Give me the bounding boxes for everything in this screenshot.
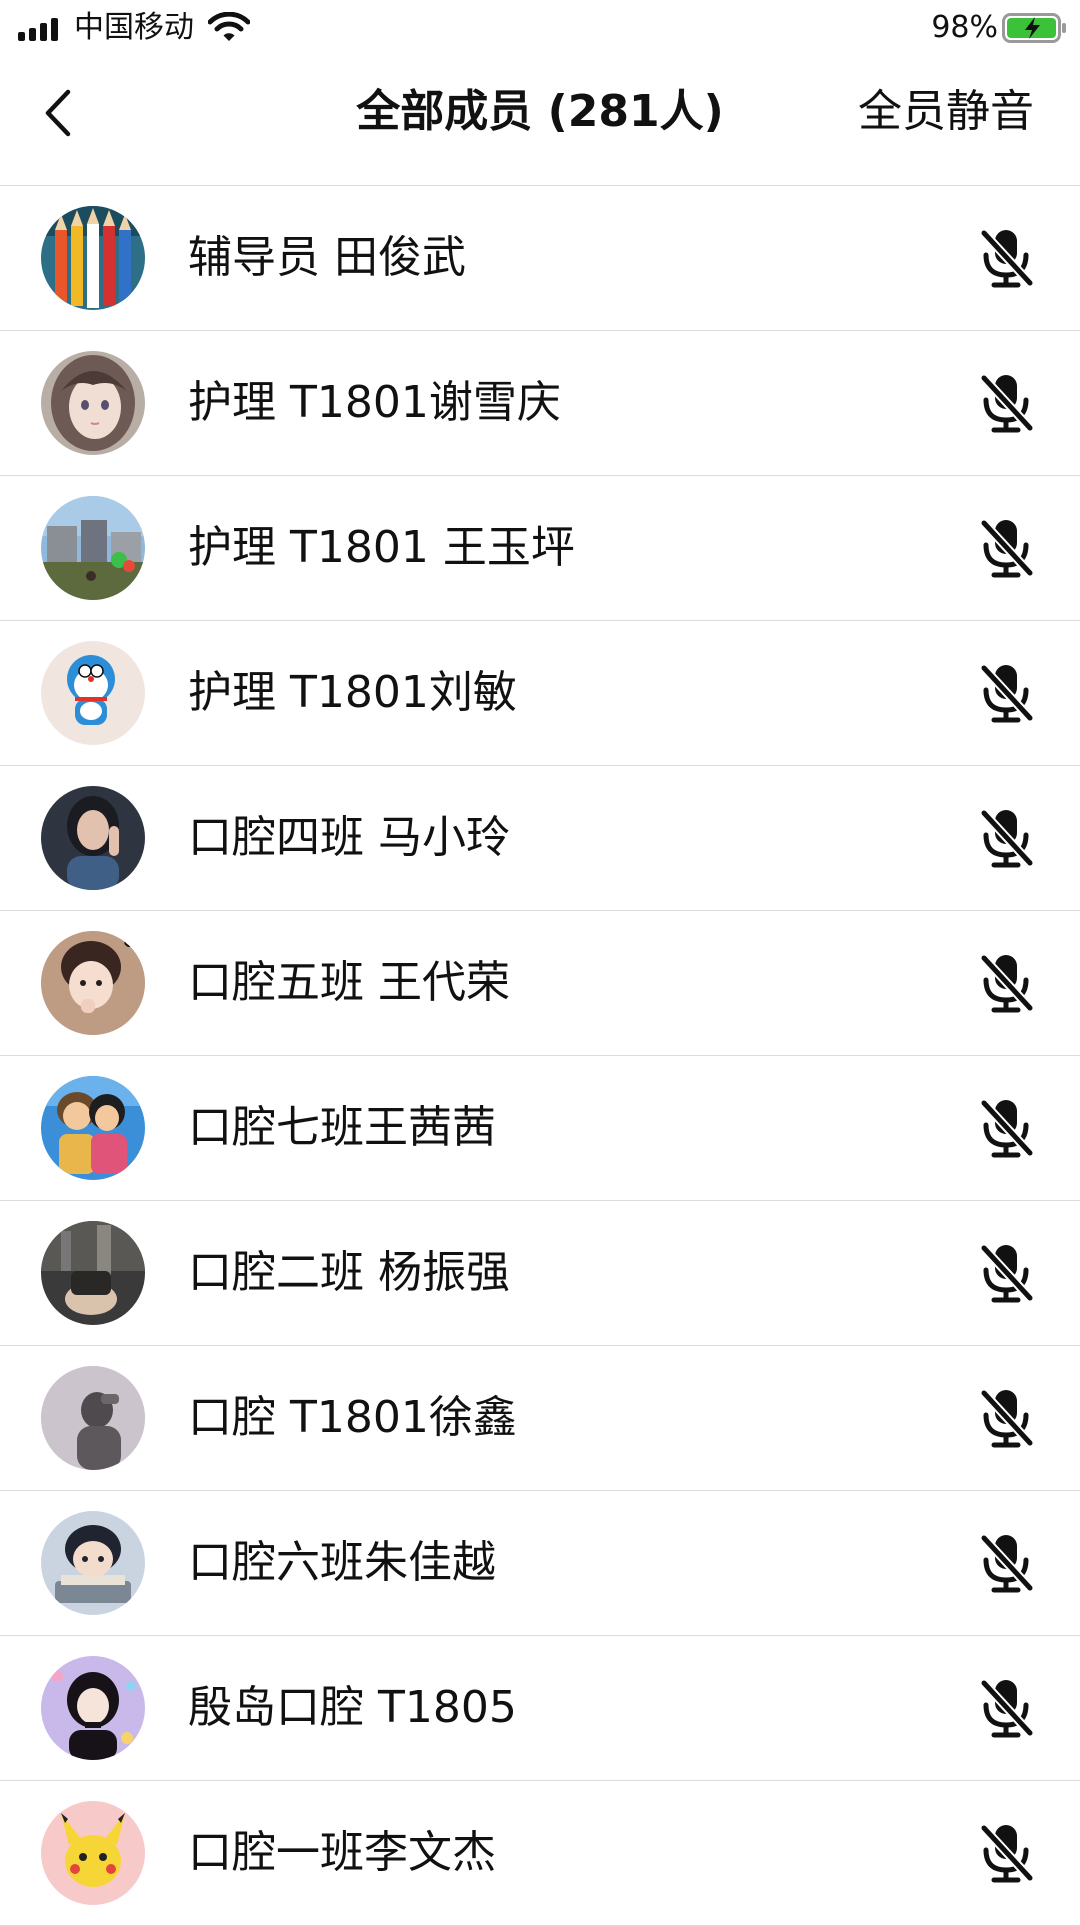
mic-toggle-button[interactable] [972, 366, 1042, 440]
signal-icon [18, 18, 58, 41]
mic-toggle-button[interactable] [972, 946, 1042, 1020]
member-row[interactable]: 护理 T1801刘敏 [0, 621, 1080, 766]
avatar [41, 786, 145, 890]
member-name: 口腔七班王茜茜 [188, 1102, 496, 1153]
mic-toggle-button[interactable] [972, 1526, 1042, 1600]
mic-muted-icon [980, 1389, 1034, 1448]
member-name: 护理 T1801 王玉坪 [188, 522, 575, 573]
mic-muted-icon [980, 809, 1034, 868]
mute-all-button[interactable]: 全员静音 [858, 82, 1034, 142]
avatar [41, 931, 145, 1035]
avatar [41, 1221, 145, 1325]
member-row[interactable]: 口腔六班朱佳越 [0, 1491, 1080, 1636]
member-row[interactable]: 殷岛口腔 T1805 [0, 1636, 1080, 1781]
avatar [41, 1076, 145, 1180]
member-name: 护理 T1801刘敏 [188, 667, 517, 718]
member-name: 口腔四班 马小玲 [188, 812, 510, 863]
mic-muted-icon [980, 519, 1034, 578]
mic-muted-icon [980, 1099, 1034, 1158]
mic-muted-icon [980, 1244, 1034, 1303]
mic-muted-icon [980, 954, 1034, 1013]
mic-toggle-button[interactable] [972, 1671, 1042, 1745]
carrier-label: 中国移动 [74, 10, 194, 45]
member-name: 护理 T1801谢雪庆 [188, 377, 561, 428]
mic-toggle-button[interactable] [972, 1236, 1042, 1310]
member-name: 辅导员 田俊武 [188, 232, 466, 283]
member-name: 口腔一班李文杰 [188, 1827, 496, 1878]
mic-toggle-button[interactable] [972, 221, 1042, 295]
mic-muted-icon [980, 1824, 1034, 1883]
status-bar: 中国移动 98% [0, 0, 1080, 56]
mic-muted-icon [980, 229, 1034, 288]
mic-toggle-button[interactable] [972, 801, 1042, 875]
member-row[interactable]: 口腔四班 马小玲 [0, 766, 1080, 911]
mic-toggle-button[interactable] [972, 1091, 1042, 1165]
avatar [41, 206, 145, 310]
mic-toggle-button[interactable] [972, 656, 1042, 730]
member-row[interactable]: 口腔五班 王代荣 [0, 911, 1080, 1056]
nav-bar: 全部成员 (281人) 全员静音 [0, 56, 1080, 186]
wifi-icon [208, 12, 250, 41]
avatar [41, 1656, 145, 1760]
mic-toggle-button[interactable] [972, 511, 1042, 585]
mic-muted-icon [980, 664, 1034, 723]
member-row[interactable]: 口腔一班李文杰 [0, 1781, 1080, 1926]
avatar [41, 351, 145, 455]
avatar [41, 641, 145, 745]
battery-charging-icon [1002, 13, 1066, 43]
mic-muted-icon [980, 1534, 1034, 1593]
member-name: 殷岛口腔 T1805 [188, 1682, 517, 1733]
member-row[interactable]: 口腔 T1801徐鑫 [0, 1346, 1080, 1491]
member-name: 口腔六班朱佳越 [188, 1537, 496, 1588]
mic-toggle-button[interactable] [972, 1816, 1042, 1890]
mic-muted-icon [980, 1679, 1034, 1738]
member-row[interactable]: 口腔二班 杨振强 [0, 1201, 1080, 1346]
avatar [41, 496, 145, 600]
avatar [41, 1511, 145, 1615]
avatar [41, 1366, 145, 1470]
member-row[interactable]: 辅导员 田俊武 [0, 186, 1080, 331]
member-row[interactable]: 口腔七班王茜茜 [0, 1056, 1080, 1201]
avatar [41, 1801, 145, 1905]
mic-muted-icon [980, 374, 1034, 433]
member-name: 口腔 T1801徐鑫 [188, 1392, 517, 1443]
member-row[interactable]: 护理 T1801 王玉坪 [0, 476, 1080, 621]
battery-percent: 98% [931, 10, 998, 45]
member-list: 辅导员 田俊武 护理 T1801谢雪庆 护理 T1801 王玉坪 护理 T180… [0, 186, 1080, 1926]
member-name: 口腔二班 杨振强 [188, 1247, 510, 1298]
member-row[interactable]: 护理 T1801谢雪庆 [0, 331, 1080, 476]
mic-toggle-button[interactable] [972, 1381, 1042, 1455]
member-name: 口腔五班 王代荣 [188, 957, 510, 1008]
